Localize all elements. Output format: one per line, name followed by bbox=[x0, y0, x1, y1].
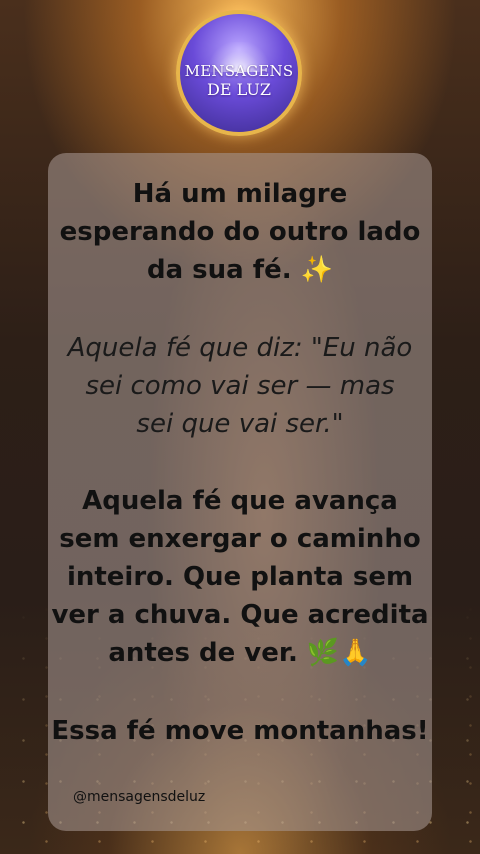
quote-line: Aquela fé que diz: "Eu não bbox=[67, 333, 413, 363]
logo-line-1: MENSAGENS bbox=[184, 62, 294, 80]
body-line: sem enxergar o caminho bbox=[59, 524, 421, 554]
heading-text: Há um milagre esperando do outro lado da… bbox=[0, 175, 480, 289]
quote-text: Aquela fé que diz: "Eu não sei como vai … bbox=[0, 329, 480, 443]
quote-line: sei que vai ser." bbox=[136, 409, 344, 439]
heading-line: da sua fé. ✨ bbox=[146, 255, 334, 285]
body-line: antes de ver. 🌿🙏 bbox=[108, 638, 372, 668]
closing-line: Essa fé move montanhas! bbox=[51, 716, 429, 746]
body-line: Aquela fé que avança bbox=[82, 486, 398, 516]
author-handle: @mensagensdeluz bbox=[73, 789, 206, 805]
quote-line: sei como vai ser — mas bbox=[85, 371, 395, 401]
closing-text: Essa fé move montanhas! bbox=[0, 712, 480, 750]
brand-logo: MENSAGENS DE LUZ bbox=[176, 10, 302, 136]
body-text: Aquela fé que avança sem enxergar o cami… bbox=[0, 482, 480, 672]
logo-line-2: DE LUZ bbox=[207, 80, 271, 99]
body-line: ver a chuva. Que acredita bbox=[51, 600, 429, 630]
body-line: inteiro. Que planta sem bbox=[66, 562, 414, 592]
heading-line: Há um milagre bbox=[132, 179, 348, 209]
heading-line: esperando do outro lado bbox=[59, 217, 421, 247]
